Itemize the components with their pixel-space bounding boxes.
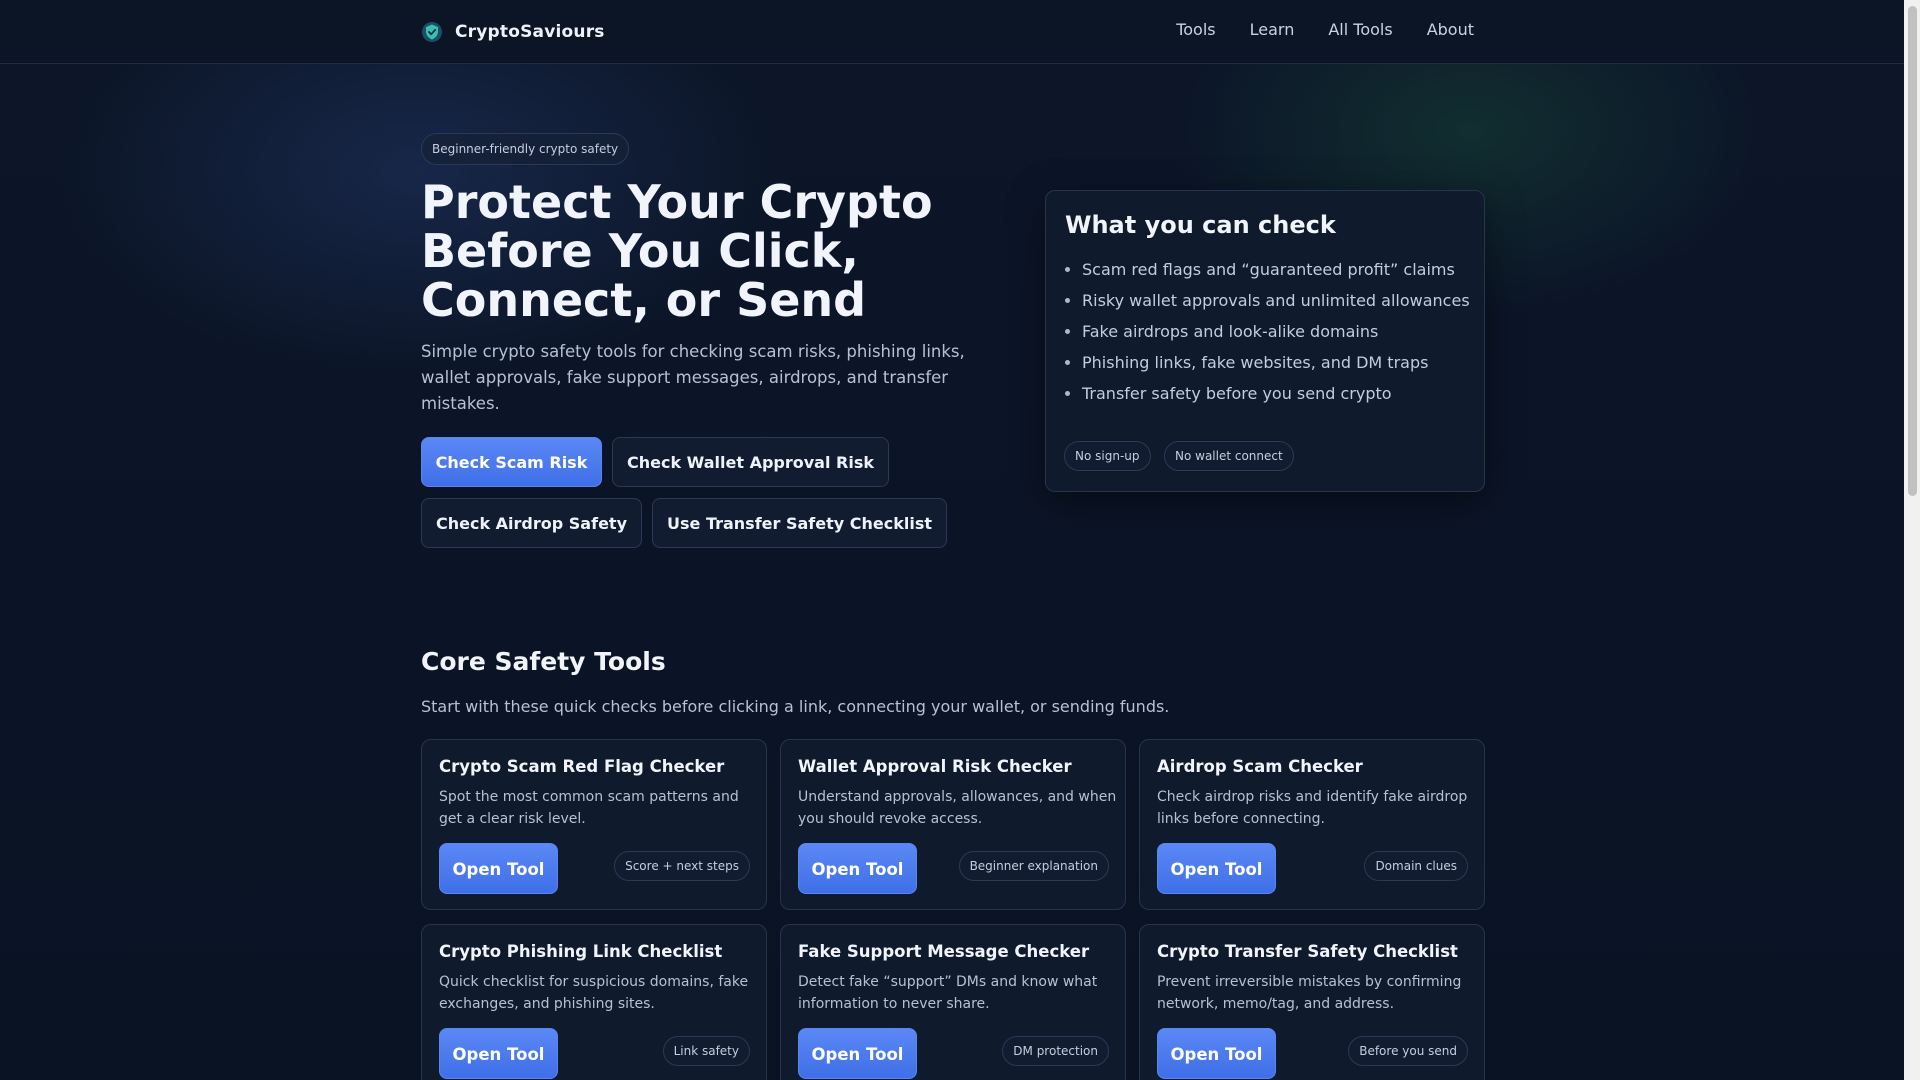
what-you-can-check-card: What you can check Scam red flags and “g… xyxy=(1045,190,1485,492)
no-wallet-connect-badge: No wallet connect xyxy=(1164,441,1294,471)
check-scam-risk-button[interactable]: Check Scam Risk xyxy=(421,437,602,487)
top-navbar: CryptoSaviours Tools Learn All Tools Abo… xyxy=(0,0,1904,64)
tool-card-transfer-safety: Crypto Transfer Safety Checklist Prevent… xyxy=(1139,924,1485,1080)
transfer-safety-checklist-button[interactable]: Use Transfer Safety Checklist xyxy=(652,498,947,548)
vertical-scrollbar[interactable] xyxy=(1904,0,1920,1080)
open-tool-button[interactable]: Open Tool xyxy=(1157,1028,1276,1079)
nav-tools[interactable]: Tools xyxy=(1176,20,1215,39)
list-item: Fake airdrops and look-alike domains xyxy=(1082,319,1472,344)
open-tool-button[interactable]: Open Tool xyxy=(439,1028,558,1079)
tool-description: Spot the most common scam patterns and g… xyxy=(439,789,739,827)
brand-name: CryptoSaviours xyxy=(455,22,605,42)
tool-card-scam-red-flag: Crypto Scam Red Flag Checker Spot the mo… xyxy=(421,739,767,910)
tool-title: Airdrop Scam Checker xyxy=(1157,757,1363,776)
tool-badge: Score + next steps xyxy=(614,851,750,881)
hero-pill: Beginner-friendly crypto safety xyxy=(421,133,630,165)
nav-learn[interactable]: Learn xyxy=(1250,20,1295,39)
tool-description: Prevent irreversible mistakes by confirm… xyxy=(1157,974,1462,1012)
open-tool-button[interactable]: Open Tool xyxy=(798,843,917,894)
open-tool-button[interactable]: Open Tool xyxy=(798,1028,917,1079)
shield-check-icon xyxy=(422,22,442,42)
tool-badge: Before you send xyxy=(1348,1036,1468,1066)
tool-title: Crypto Phishing Link Checklist xyxy=(439,942,723,961)
list-item: Phishing links, fake websites, and DM tr… xyxy=(1082,350,1472,375)
open-tool-button[interactable]: Open Tool xyxy=(439,843,558,894)
tool-badge: Domain clues xyxy=(1364,851,1468,881)
check-airdrop-safety-button[interactable]: Check Airdrop Safety xyxy=(421,498,642,548)
tool-description: Understand approvals, allowances, and wh… xyxy=(798,789,1117,827)
check-list: Scam red flags and “guaranteed profit” c… xyxy=(1082,257,1472,412)
tool-card-wallet-approval: Wallet Approval Risk Checker Understand … xyxy=(780,739,1126,910)
list-item: Scam red flags and “guaranteed profit” c… xyxy=(1082,257,1472,282)
nav-about[interactable]: About xyxy=(1427,20,1474,39)
main-nav: Tools Learn All Tools About xyxy=(1176,20,1474,39)
hero-title: Protect Your Crypto Before You Click, Co… xyxy=(421,175,933,327)
list-item: Risky wallet approvals and unlimited all… xyxy=(1082,288,1472,313)
tool-title: Crypto Transfer Safety Checklist xyxy=(1157,942,1458,961)
tool-description: Check airdrop risks and identify fake ai… xyxy=(1157,789,1468,827)
hero-subtitle: Simple crypto safety tools for checking … xyxy=(421,342,965,413)
no-signup-badge: No sign-up xyxy=(1064,441,1151,471)
nav-all-tools[interactable]: All Tools xyxy=(1328,20,1392,39)
tool-description: Detect fake “support” DMs and know what … xyxy=(798,974,1098,1012)
tool-card-fake-support: Fake Support Message Checker Detect fake… xyxy=(780,924,1126,1080)
tool-badge: Beginner explanation xyxy=(958,851,1109,881)
open-tool-button[interactable]: Open Tool xyxy=(1157,843,1276,894)
tool-card-phishing-link: Crypto Phishing Link Checklist Quick che… xyxy=(421,924,767,1080)
brand-link[interactable]: CryptoSaviours xyxy=(421,19,605,45)
scrollbar-thumb[interactable] xyxy=(1908,6,1917,496)
tool-description: Quick checklist for suspicious domains, … xyxy=(439,974,749,1012)
tool-badge: DM protection xyxy=(1002,1036,1109,1066)
tool-card-airdrop-scam: Airdrop Scam Checker Check airdrop risks… xyxy=(1139,739,1485,910)
list-item: Transfer safety before you send crypto xyxy=(1082,381,1472,406)
section-subtitle: Start with these quick checks before cli… xyxy=(421,697,1170,716)
section-title: Core Safety Tools xyxy=(421,647,666,676)
tool-badge: Link safety xyxy=(662,1036,750,1066)
check-wallet-approval-risk-button[interactable]: Check Wallet Approval Risk xyxy=(612,437,889,487)
page: CryptoSaviours Tools Learn All Tools Abo… xyxy=(0,0,1904,1080)
tool-title: Fake Support Message Checker xyxy=(798,942,1090,961)
tool-title: Wallet Approval Risk Checker xyxy=(798,757,1072,776)
tool-title: Crypto Scam Red Flag Checker xyxy=(439,757,725,776)
check-card-title: What you can check xyxy=(1065,211,1336,239)
